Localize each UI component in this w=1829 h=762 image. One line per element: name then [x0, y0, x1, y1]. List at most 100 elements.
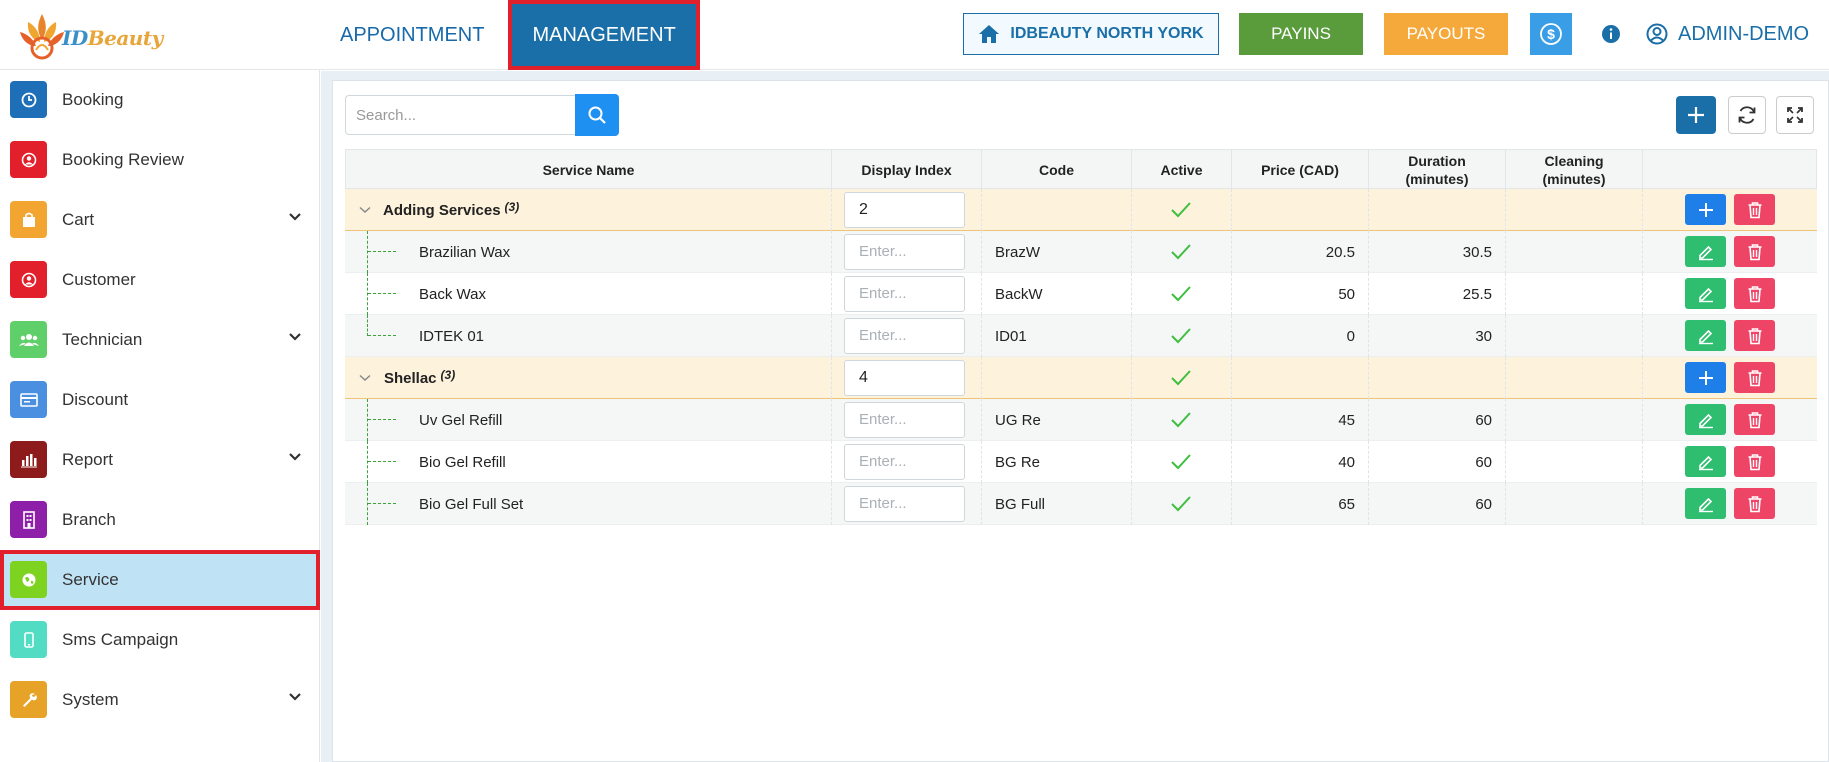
refresh-icon	[1738, 106, 1756, 124]
service-price: 65	[1338, 495, 1355, 513]
sidebar-item-report[interactable]: Report	[0, 430, 320, 490]
table-row[interactable]: Back Wax BackW 50 25.5	[345, 273, 1817, 315]
table-row[interactable]: Uv Gel Refill UG Re 45 60	[345, 399, 1817, 441]
pencil-icon	[1698, 245, 1713, 260]
group-name: Adding Services	[383, 201, 501, 219]
delete-group-button[interactable]	[1734, 362, 1775, 393]
column-header-cleaning[interactable]: Cleaning (minutes)	[1506, 150, 1643, 190]
delete-service-button[interactable]	[1734, 320, 1775, 351]
edit-service-button[interactable]	[1685, 320, 1726, 351]
user-menu-button[interactable]: ADMIN-DEMO	[1646, 13, 1809, 55]
display-index-input[interactable]	[844, 318, 965, 354]
check-icon	[1171, 244, 1191, 260]
sidebar-item-booking[interactable]: Booking	[0, 70, 320, 130]
logo-text-beauty: Beauty	[87, 26, 164, 50]
column-header-service-name[interactable]: Service Name	[346, 150, 832, 190]
app-logo[interactable]: IDBeauty	[18, 10, 163, 60]
display-index-input[interactable]	[844, 486, 965, 522]
check-icon	[1171, 286, 1191, 302]
column-header-display-index[interactable]: Display Index	[832, 150, 982, 190]
sidebar-item-label: Booking Review	[62, 150, 184, 169]
sidebar-item-branch[interactable]: Branch	[0, 490, 320, 550]
column-header-duration[interactable]: Duration (minutes)	[1369, 150, 1506, 190]
dollar-button[interactable]: $	[1530, 13, 1572, 55]
chevron-down-icon[interactable]	[288, 332, 302, 342]
sidebar-item-sms-campaign[interactable]: Sms Campaign	[0, 610, 320, 670]
check-icon	[1171, 202, 1191, 218]
delete-service-button[interactable]	[1734, 446, 1775, 477]
column-header-price[interactable]: Price (CAD)	[1232, 150, 1369, 190]
service-name: IDTEK 01	[419, 327, 485, 345]
user-circle-icon	[10, 141, 47, 178]
delete-service-button[interactable]	[1734, 278, 1775, 309]
display-index-input[interactable]	[844, 276, 965, 312]
display-index-input[interactable]	[844, 234, 965, 270]
edit-service-button[interactable]	[1685, 278, 1726, 309]
sidebar-item-label: Report	[62, 450, 114, 469]
payins-button[interactable]: PAYINS	[1239, 13, 1363, 55]
fullscreen-button[interactable]	[1776, 96, 1814, 134]
delete-service-button[interactable]	[1734, 236, 1775, 267]
sidebar-item-customer[interactable]: Customer	[0, 250, 320, 310]
edit-service-button[interactable]	[1685, 488, 1726, 519]
table-row[interactable]: Brazilian Wax BrazW 20.5 30.5	[345, 231, 1817, 273]
mobile-icon	[10, 621, 47, 658]
logo-text-id: ID	[62, 26, 88, 50]
delete-service-button[interactable]	[1734, 488, 1775, 519]
table-row[interactable]: Bio Gel Refill BG Re 40 60	[345, 441, 1817, 483]
chevron-down-icon[interactable]	[288, 212, 302, 222]
display-index-input[interactable]	[844, 360, 965, 396]
search-button[interactable]	[575, 94, 619, 136]
info-button[interactable]	[1590, 13, 1632, 55]
service-duration: 60	[1475, 495, 1492, 513]
group-toggle[interactable]	[359, 357, 371, 399]
edit-service-button[interactable]	[1685, 236, 1726, 267]
add-service-to-group-button[interactable]	[1685, 362, 1726, 393]
chevron-down-icon[interactable]	[359, 206, 371, 214]
refresh-button[interactable]	[1728, 96, 1766, 134]
group-name: Shellac	[384, 369, 437, 387]
tab-management[interactable]: MANAGEMENT	[508, 0, 700, 70]
delete-group-button[interactable]	[1734, 194, 1775, 225]
service-cleaning	[1505, 399, 1629, 441]
pencil-icon	[1698, 497, 1713, 512]
edit-service-button[interactable]	[1685, 404, 1726, 435]
delete-service-button[interactable]	[1734, 404, 1775, 435]
sidebar-item-technician[interactable]: Technician	[0, 310, 320, 370]
search-input[interactable]	[345, 95, 576, 135]
trash-icon	[1748, 327, 1761, 344]
column-header-code[interactable]: Code	[982, 150, 1132, 190]
edit-service-button[interactable]	[1685, 446, 1726, 477]
branch-selector-button[interactable]: IDBEAUTY NORTH YORK	[963, 13, 1219, 55]
pencil-icon	[1698, 287, 1713, 302]
service-name: Back Wax	[419, 285, 486, 303]
chevron-down-icon[interactable]	[288, 692, 302, 702]
chevron-down-icon[interactable]	[359, 374, 371, 382]
branch-label: IDBEAUTY NORTH YORK	[1010, 25, 1204, 42]
service-cleaning	[1505, 483, 1629, 525]
sidebar-item-service[interactable]: Service	[0, 550, 320, 610]
globe-icon	[10, 561, 47, 598]
chevron-down-icon[interactable]	[288, 452, 302, 462]
display-index-input[interactable]	[844, 444, 965, 480]
service-price: 45	[1338, 411, 1355, 429]
check-icon	[1171, 370, 1191, 386]
table-row[interactable]: Bio Gel Full Set BG Full 65 60	[345, 483, 1817, 525]
sidebar-item-booking-review[interactable]: Booking Review	[0, 130, 320, 190]
plus-icon	[1698, 202, 1713, 217]
tab-appointment[interactable]: APPOINTMENT	[322, 0, 502, 70]
display-index-input[interactable]	[844, 402, 965, 438]
payouts-button[interactable]: PAYOUTS	[1384, 13, 1508, 55]
add-service-button[interactable]	[1676, 96, 1716, 134]
display-index-input[interactable]	[844, 192, 965, 228]
sidebar-item-label: Branch	[62, 510, 116, 529]
table-row[interactable]: IDTEK 01 ID01 0 30	[345, 315, 1817, 357]
add-service-to-group-button[interactable]	[1685, 194, 1726, 225]
column-header-active[interactable]: Active	[1132, 150, 1232, 190]
sidebar-item-cart[interactable]: Cart	[0, 190, 320, 250]
sidebar-item-system[interactable]: System	[0, 670, 320, 730]
service-name: Bio Gel Full Set	[419, 495, 524, 513]
sidebar-item-discount[interactable]: Discount	[0, 370, 320, 430]
lotus-logo-icon	[20, 14, 64, 60]
group-toggle[interactable]	[359, 189, 371, 231]
